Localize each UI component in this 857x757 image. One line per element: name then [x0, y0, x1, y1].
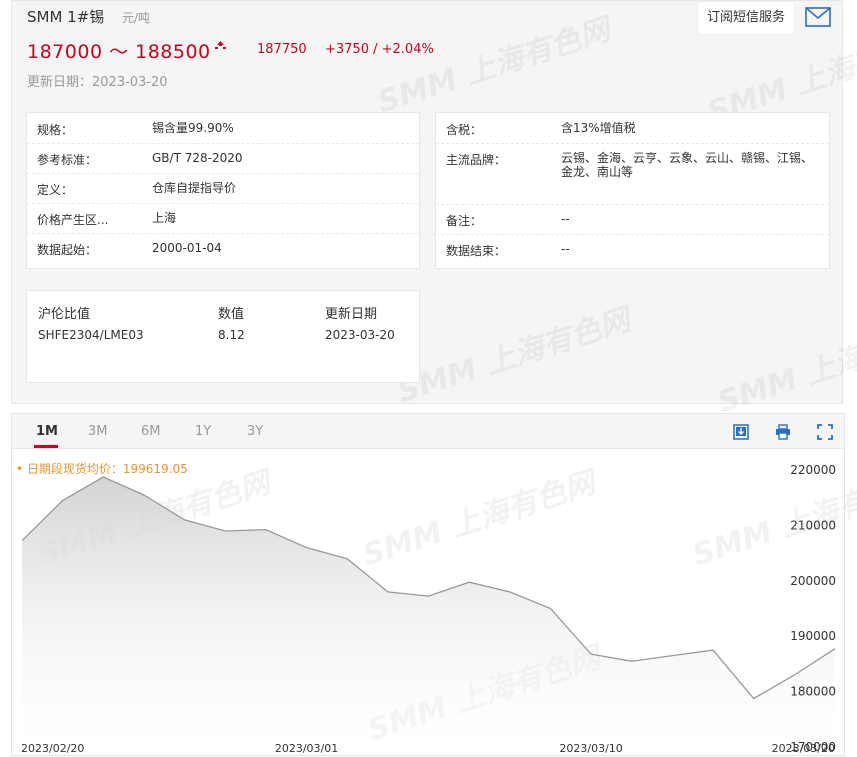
- price-up-icon: [215, 41, 226, 49]
- spec-row: 定义： 仓库自提指导价: [27, 173, 419, 204]
- update-date: 更新日期：2023-03-20: [27, 75, 168, 90]
- x-tick-label: 2023/03/20: [772, 742, 835, 755]
- table-cell: 2023-03-20: [325, 328, 395, 342]
- table-header: 沪伦比值: [38, 307, 91, 322]
- mail-icon[interactable]: [805, 7, 831, 27]
- watermark: SMM 上海有色网: [713, 312, 857, 421]
- spec-row: 规格： 锡含量99.90%: [27, 113, 419, 144]
- spec-row: 含税： 含13%增值税: [436, 113, 829, 144]
- product-info-panel: SMM 上海有色网 SMM 上海有色网 SMM 上海有色网 SMM 上海有色网 …: [11, 0, 857, 420]
- x-tick-label: 2023/02/20: [21, 742, 84, 755]
- table-header: 更新日期: [325, 307, 378, 322]
- spec-value: GB/T 728-2020: [152, 151, 243, 165]
- spec-value: 锡含量99.90%: [152, 121, 234, 135]
- spec-value: --: [561, 212, 570, 226]
- average-price: 187750: [257, 42, 307, 57]
- spec-label: 规格：: [37, 123, 74, 137]
- spec-value: 上海: [152, 211, 177, 225]
- shfe-lme-ratio-table: 沪伦比值 数值 更新日期 SHFE2304/LME03 8.12 2023-03…: [26, 290, 420, 383]
- y-tick-label: 190000: [790, 629, 836, 643]
- spec-label: 数据结束：: [446, 244, 507, 258]
- price-change: +3750 / +2.04%: [325, 42, 434, 57]
- product-name: SMM 1#锡: [27, 8, 105, 26]
- spec-label: 数据起始：: [37, 243, 98, 257]
- spec-label: 备注：: [446, 214, 483, 228]
- watermark: SMM 上海有色网: [373, 12, 615, 121]
- y-tick-label: 200000: [790, 574, 836, 588]
- y-tick-label: 210000: [790, 518, 836, 532]
- spec-label[interactable]: 价格产生区...: [37, 211, 108, 228]
- spec-row: 主流品牌： 云锡、金海、云亨、云象、云山、赣锡、江锡、金龙、南山等: [436, 143, 829, 205]
- spec-row: 备注： --: [436, 204, 829, 235]
- watermark: SMM 上海有色网: [393, 302, 635, 411]
- table-cell: 8.12: [218, 328, 245, 342]
- area-fill: [22, 477, 835, 747]
- price-area-chart[interactable]: 220000210000200000190000180000170000 202…: [12, 414, 846, 757]
- price-chart-panel: 1M 3M 6M 1Y 3Y SMM 上海有色网 SMM 上海有色网 SMM 上…: [11, 413, 857, 757]
- spec-row: 数据结束： --: [436, 234, 829, 264]
- spec-value: 仓库自提指导价: [152, 181, 237, 195]
- spec-value: 云锡、金海、云亨、云象、云山、赣锡、江锡、金龙、南山等: [561, 151, 814, 179]
- spec-value: --: [561, 242, 570, 256]
- x-tick-label: 2023/03/10: [559, 742, 622, 755]
- subscribe-sms-button[interactable]: 订阅短信服务: [697, 1, 795, 35]
- spec-value: 含13%增值税: [561, 121, 636, 135]
- x-tick-label: 2023/03/01: [275, 742, 338, 755]
- table-header: 数值: [218, 307, 245, 322]
- spec-label: 参考标准：: [37, 153, 98, 167]
- spec-card-left: 规格： 锡含量99.90% 参考标准： GB/T 728-2020 定义： 仓库…: [26, 112, 420, 269]
- spec-row: 参考标准： GB/T 728-2020: [27, 143, 419, 174]
- spec-label: 定义：: [37, 183, 74, 197]
- price-unit: 元/吨: [122, 11, 151, 25]
- spec-row: 数据起始： 2000-01-04: [27, 233, 419, 263]
- spec-card-right: 含税： 含13%增值税 主流品牌： 云锡、金海、云亨、云象、云山、赣锡、江锡、金…: [435, 112, 830, 269]
- table-cell: SHFE2304/LME03: [38, 328, 144, 342]
- spec-value: 2000-01-04: [152, 241, 222, 255]
- price-range: 187000 ～ 188500: [27, 41, 211, 63]
- y-tick-label: 180000: [790, 685, 836, 699]
- subscribe-label: 订阅短信服务: [706, 10, 785, 25]
- y-tick-label: 220000: [790, 463, 836, 477]
- spec-row: 价格产生区... 上海: [27, 203, 419, 234]
- spec-label: 主流品牌：: [446, 153, 507, 167]
- spec-label: 含税：: [446, 123, 483, 137]
